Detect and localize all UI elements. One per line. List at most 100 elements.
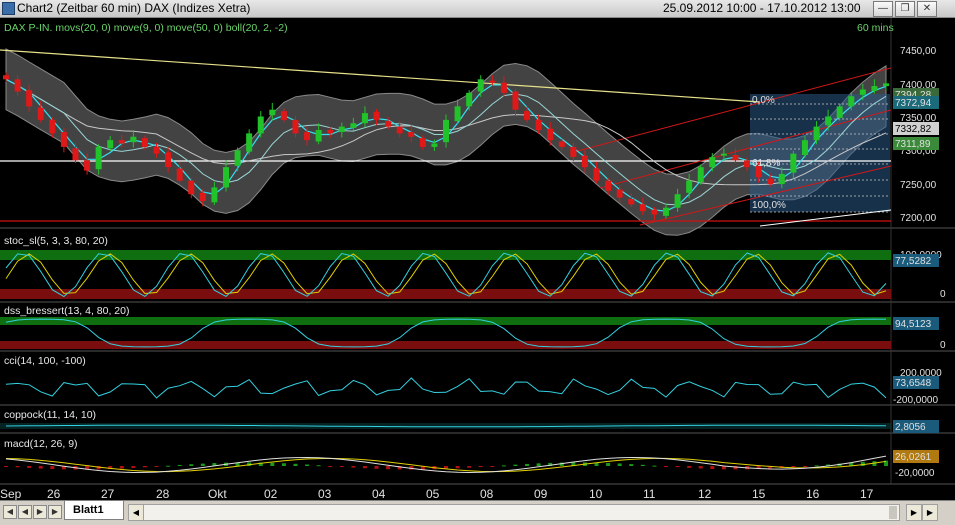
candle-body bbox=[431, 143, 438, 147]
sheet-tab-blatt1[interactable]: Blatt1 bbox=[64, 501, 124, 520]
macd-histogram-bar bbox=[4, 466, 8, 467]
candle-body bbox=[744, 160, 751, 168]
candle-body bbox=[616, 189, 623, 198]
candle-body bbox=[141, 138, 148, 147]
x-label-08: 08 bbox=[480, 487, 494, 500]
candle-body bbox=[558, 141, 565, 147]
next-sheet-icon[interactable]: ▶ bbox=[33, 505, 47, 519]
macd-histogram-bar bbox=[802, 466, 807, 467]
candle-body bbox=[871, 86, 878, 91]
cci-panel[interactable]: cci(14, 100, -100) 200,0000 73,6548 -200… bbox=[4, 355, 942, 406]
candle-body bbox=[234, 150, 241, 166]
candle-body bbox=[26, 90, 33, 107]
candle-body bbox=[848, 96, 855, 107]
x-label-sep: Sep bbox=[0, 487, 22, 500]
x-label-02: 02 bbox=[264, 487, 278, 500]
y-tick-7250: 7250,00 bbox=[900, 180, 937, 191]
sheet-tab-bar: ◀ ◀ ▶ ▶ Blatt1 ◀ ▶ ▶ bbox=[0, 500, 955, 525]
cci-line bbox=[5, 377, 887, 399]
macd-histogram-bar bbox=[617, 463, 622, 466]
macd-histogram-bar bbox=[525, 463, 530, 466]
coppock-panel[interactable]: coppock(11, 14, 10) 2,8056 bbox=[0, 409, 939, 433]
candle-body bbox=[60, 132, 67, 147]
horizontal-scrollbar[interactable]: ◀ bbox=[128, 504, 900, 521]
candle-body bbox=[49, 119, 56, 134]
macd-histogram-bar bbox=[791, 466, 796, 468]
interval-label: 60 mins bbox=[857, 22, 894, 34]
close-icon[interactable]: ✕ bbox=[917, 1, 937, 17]
first-sheet-icon[interactable]: ◀ bbox=[3, 505, 17, 519]
coppock-value: 2,8056 bbox=[895, 422, 926, 433]
ma-mid-price-label: 7332,82 bbox=[895, 124, 932, 135]
window-titlebar: Chart2 (Zeitbar 60 min) DAX (Indizes Xet… bbox=[0, 0, 955, 18]
macd-panel[interactable]: macd(12, 26, 9) 26,0261 -20,0000 bbox=[4, 438, 939, 479]
candle-body bbox=[709, 157, 716, 168]
macd-histogram-bar bbox=[629, 464, 634, 466]
x-label-11: 11 bbox=[643, 487, 656, 500]
candle-body bbox=[338, 126, 345, 133]
date-range: 25.09.2012 10:00 - 17.10.2012 13:00 bbox=[663, 1, 861, 15]
dss-overbought-zone bbox=[0, 317, 891, 325]
y-tick-7450: 7450,00 bbox=[900, 46, 937, 57]
macd-histogram-bar bbox=[652, 465, 657, 467]
candle-body bbox=[72, 148, 79, 161]
candle-body bbox=[304, 132, 311, 141]
macd-histogram-bar bbox=[142, 466, 147, 468]
scroll-left-icon[interactable]: ◀ bbox=[129, 505, 144, 520]
dss-tick-0: 0 bbox=[940, 340, 946, 351]
candle-body bbox=[767, 178, 774, 185]
candle-body bbox=[535, 119, 542, 130]
restore-icon[interactable]: ❐ bbox=[895, 1, 915, 17]
candle-body bbox=[489, 80, 496, 83]
scroll-thumb[interactable] bbox=[889, 506, 897, 519]
stoch-value: 77,5282 bbox=[895, 256, 932, 267]
candle-body bbox=[697, 167, 704, 183]
cci-value: 73,6548 bbox=[895, 378, 932, 389]
candle-body bbox=[385, 121, 392, 127]
macd-histogram-bar bbox=[131, 466, 136, 468]
macd-histogram-bar bbox=[606, 462, 611, 466]
candle-body bbox=[84, 160, 91, 171]
macd-histogram-bar bbox=[154, 466, 159, 467]
candle-body bbox=[732, 155, 739, 161]
macd-histogram-bar bbox=[675, 466, 680, 468]
candle-body bbox=[512, 91, 519, 110]
y-tick-7200: 7200,00 bbox=[900, 213, 937, 224]
candle-body bbox=[361, 113, 368, 124]
macd-histogram-bar bbox=[687, 466, 692, 468]
candle-body bbox=[443, 119, 449, 143]
macd-histogram-bar bbox=[200, 463, 205, 466]
macd-histogram-bar bbox=[490, 466, 495, 467]
candle-body bbox=[188, 180, 195, 195]
macd-histogram-bar bbox=[501, 465, 506, 467]
candle-body bbox=[883, 83, 889, 87]
macd-histogram-bar bbox=[374, 466, 379, 469]
macd-histogram-bar bbox=[293, 463, 298, 466]
candle-body bbox=[605, 180, 612, 191]
candle-body bbox=[663, 207, 669, 216]
candle-body bbox=[570, 146, 577, 158]
macd-header: macd(12, 26, 9) bbox=[4, 438, 78, 450]
candle-body bbox=[674, 194, 681, 208]
dss-bressert-panel[interactable]: dss_bressert(13, 4, 80, 20) 94,5123 0 bbox=[0, 305, 946, 351]
candle-body bbox=[408, 132, 415, 137]
candle-body bbox=[639, 204, 646, 212]
macd-histogram-bar bbox=[177, 464, 182, 466]
x-label-28: 28 bbox=[156, 487, 170, 500]
dss-header: dss_bressert(13, 4, 80, 20) bbox=[4, 305, 129, 317]
chart-app-icon bbox=[2, 2, 15, 15]
last-sheet-icon[interactable]: ▶ bbox=[48, 505, 62, 519]
x-axis: Sep 26 27 28 Okt 02 03 04 05 08 09 10 11… bbox=[0, 487, 874, 501]
chart-area[interactable]: DAX P-IN. movs(20, 0) move(9, 0) move(50… bbox=[0, 18, 955, 518]
prev-sheet-icon[interactable]: ◀ bbox=[18, 505, 32, 519]
candle-body bbox=[165, 152, 172, 168]
scroll-right-icon[interactable]: ▶ bbox=[906, 504, 922, 521]
main-price-panel[interactable]: DAX P-IN. movs(20, 0) move(9, 0) move(50… bbox=[0, 22, 939, 236]
main-panel-header: DAX P-IN. movs(20, 0) move(9, 0) move(50… bbox=[4, 22, 288, 34]
candle-body bbox=[118, 140, 125, 144]
scroll-end-icon[interactable]: ▶ bbox=[922, 504, 938, 521]
candle-body bbox=[130, 136, 137, 143]
minimize-icon[interactable]: — bbox=[873, 1, 893, 17]
stochastic-panel[interactable]: stoc_sl(5, 3, 3, 80, 20) 100,0000 77,528… bbox=[0, 235, 946, 300]
stoch-tick-0: 0 bbox=[940, 289, 946, 300]
